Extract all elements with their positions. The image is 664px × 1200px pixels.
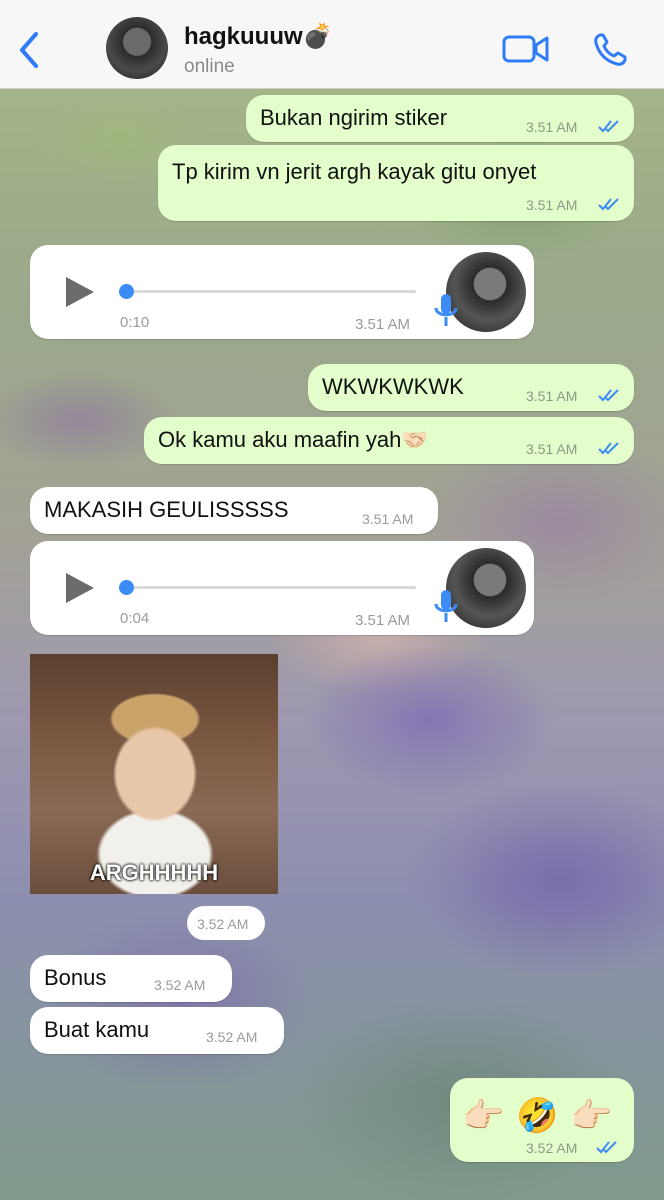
voice-sender-avatar — [446, 548, 526, 628]
message-bubble-outgoing[interactable]: Bukan ngirim stiker 3.51 AM — [246, 95, 634, 142]
microphone-icon — [434, 294, 458, 326]
message-text: MAKASIH GEULISSSSS — [44, 497, 289, 522]
message-time: 3.52 AM — [526, 1140, 578, 1156]
message-text: Bonus — [44, 965, 107, 990]
double-check-icon — [598, 389, 619, 402]
sticker-time-pill: 3.52 AM — [187, 906, 265, 940]
chat-header: hagkuuuw💣 online — [0, 0, 664, 89]
message-time: 3.52 AM — [206, 1029, 258, 1045]
message-text: WKWKWKWK — [322, 374, 464, 399]
double-check-icon — [598, 120, 619, 133]
contact-status: online — [184, 56, 235, 77]
message-time: 3.51 AM — [526, 388, 578, 404]
voice-progress-track[interactable] — [126, 586, 416, 589]
message-bubble-incoming[interactable]: Bonus 3.52 AM — [30, 955, 232, 1002]
message-bubble-incoming[interactable]: MAKASIH GEULISSSSS 3.51 AM — [30, 487, 438, 534]
message-time: 3.51 AM — [526, 119, 578, 135]
message-bubble-incoming[interactable]: Buat kamu 3.52 AM — [30, 1007, 284, 1054]
double-check-icon — [598, 442, 619, 455]
message-text: Buat kamu — [44, 1017, 150, 1042]
play-icon[interactable] — [62, 275, 96, 309]
message-time: 3.51 AM — [355, 612, 411, 629]
voice-progress-handle[interactable] — [119, 580, 134, 595]
message-time: 3.52 AM — [197, 916, 249, 932]
sticker-image[interactable]: ARGHHHHH — [30, 654, 278, 894]
emoji: 🤣 — [516, 1097, 559, 1135]
double-check-icon — [596, 1141, 617, 1154]
message-time: 3.51 AM — [526, 197, 578, 213]
voice-duration: 0:10 — [120, 314, 150, 331]
message-bubble-outgoing[interactable]: Ok kamu aku maafin yah🤝🏻 3.51 AM — [144, 417, 634, 464]
message-bubble-outgoing[interactable]: Tp kirim vn jerit argh kayak gitu onyet … — [158, 145, 634, 221]
voice-message[interactable]: 0:10 3.51 AM — [30, 245, 534, 339]
contact-avatar[interactable] — [106, 17, 168, 79]
double-check-icon — [598, 198, 619, 211]
message-text: Tp kirim vn jerit argh kayak gitu onyet — [172, 159, 537, 184]
emoji: 👉🏻 — [570, 1097, 613, 1135]
chevron-left-icon[interactable] — [14, 30, 44, 70]
voice-duration: 0:04 — [120, 610, 150, 627]
message-text: Ok kamu aku maafin yah🤝🏻 — [158, 427, 429, 452]
voice-sender-avatar — [446, 252, 526, 332]
voice-message[interactable]: 0:04 3.51 AM — [30, 541, 534, 635]
microphone-icon — [434, 590, 458, 622]
video-camera-icon[interactable] — [502, 34, 550, 64]
message-time: 3.51 AM — [355, 316, 411, 333]
message-time: 3.51 AM — [526, 441, 578, 457]
message-time: 3.51 AM — [362, 511, 414, 527]
message-time: 3.52 AM — [154, 977, 206, 993]
contact-name[interactable]: hagkuuuw💣 — [184, 22, 333, 51]
voice-progress-handle[interactable] — [119, 284, 134, 299]
emoji: 👉🏻 — [462, 1097, 505, 1135]
message-bubble-outgoing[interactable]: WKWKWKWK 3.51 AM — [308, 364, 634, 411]
message-text: Bukan ngirim stiker — [260, 105, 448, 130]
phone-icon[interactable] — [592, 32, 628, 68]
play-icon[interactable] — [62, 571, 96, 605]
voice-progress-track[interactable] — [126, 290, 416, 293]
sticker-caption: ARGHHHHH — [89, 860, 219, 885]
message-bubble-outgoing[interactable]: 👉🏻 🤣 👉🏻 3.52 AM — [450, 1078, 634, 1162]
